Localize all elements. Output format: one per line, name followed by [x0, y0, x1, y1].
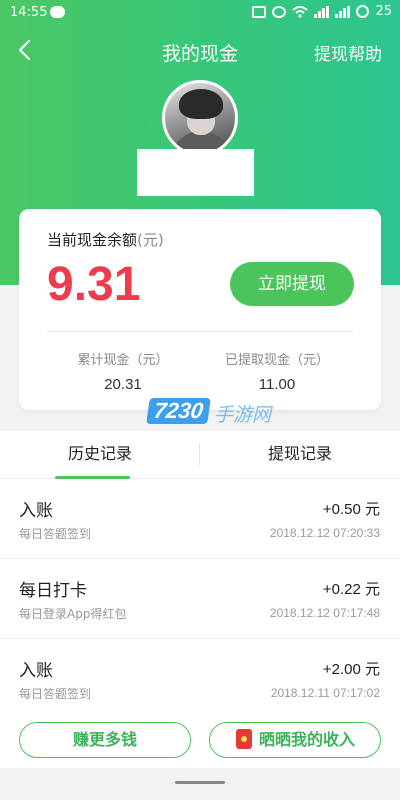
record-tabs: 历史记录 提现记录	[0, 431, 400, 479]
nav-bar: 我的现金 提现帮助	[0, 26, 400, 76]
record-amount: +2.00 元	[322, 661, 380, 678]
signal-icon	[314, 5, 330, 18]
username-box	[137, 149, 254, 196]
home-indicator[interactable]	[175, 781, 225, 784]
avatar[interactable]	[162, 80, 238, 156]
withdrawn-cash-stat: 已提取现金（元） 11.00	[217, 349, 337, 393]
record-amount: +0.50 元	[322, 501, 380, 518]
red-packet-icon	[236, 729, 252, 749]
alarm-icon	[272, 5, 287, 18]
record-subtitle: 每日答题签到	[19, 527, 92, 541]
status-time: 14:55	[10, 5, 48, 20]
show-income-label: 晒晒我的收入	[258, 730, 355, 749]
show-income-button[interactable]: 晒晒我的收入	[209, 722, 381, 758]
watermark-text: 手游网	[214, 404, 272, 426]
list-item[interactable]: 入账 每日答题签到 +0.50 元 2018.12.12 07:20:33	[0, 479, 400, 559]
list-item[interactable]: 每日打卡 每日登录App得红包 +0.22 元 2018.12.12 07:17…	[0, 559, 400, 639]
withdraw-help-link[interactable]: 提现帮助	[314, 40, 382, 65]
record-title: 入账	[19, 661, 53, 681]
watermark-number: 7230	[146, 398, 211, 424]
status-icons: 25	[252, 4, 392, 19]
total-cash-label: 累计现金（元）	[77, 353, 169, 368]
earn-more-button[interactable]: 赚更多钱	[19, 722, 191, 758]
total-cash-value: 20.31	[104, 376, 142, 393]
list-item[interactable]: 入账 每日答题签到 +2.00 元 2018.12.11 07:17:02	[0, 639, 400, 719]
record-time: 2018.12.11 07:17:02	[270, 686, 380, 700]
tab-history[interactable]: 历史记录	[0, 431, 200, 479]
signal-icon-2	[335, 5, 351, 18]
withdraw-now-button[interactable]: 立即提现	[230, 262, 354, 306]
watermark: 7230 手游网	[146, 398, 288, 434]
balance-card: 当前现金余额(元) 9.31 立即提现 累计现金（元） 20.31 已提取现金（…	[19, 209, 381, 410]
bottom-action-bar: 赚更多钱 晒晒我的收入	[0, 712, 400, 768]
battery-icon	[356, 5, 370, 18]
record-time: 2018.12.12 07:20:33	[269, 526, 380, 540]
withdrawn-cash-value: 11.00	[258, 376, 296, 393]
total-cash-stat: 累计现金（元） 20.31	[63, 349, 183, 393]
chat-icon	[50, 6, 65, 18]
record-title: 每日打卡	[19, 581, 87, 601]
record-amount: +0.22 元	[322, 581, 380, 598]
record-time: 2018.12.12 07:17:48	[269, 606, 380, 620]
status-bar: 14:55 25	[0, 0, 400, 26]
balance-unit: (元)	[137, 231, 164, 249]
balance-label: 当前现金余额(元)	[47, 231, 164, 249]
record-subtitle: 每日登录App得红包	[19, 607, 127, 621]
vibrate-icon	[252, 5, 267, 18]
withdrawn-cash-label: 已提取现金（元）	[224, 353, 329, 368]
record-subtitle: 每日答题签到	[19, 687, 92, 701]
balance-value: 9.31	[47, 258, 141, 311]
battery-level: 25	[375, 4, 392, 19]
tab-withdraw-records[interactable]: 提现记录	[200, 431, 400, 479]
record-list: 入账 每日答题签到 +0.50 元 2018.12.12 07:20:33 每日…	[0, 479, 400, 719]
record-title: 入账	[19, 501, 53, 521]
divider	[47, 331, 353, 332]
wifi-icon	[292, 5, 309, 18]
